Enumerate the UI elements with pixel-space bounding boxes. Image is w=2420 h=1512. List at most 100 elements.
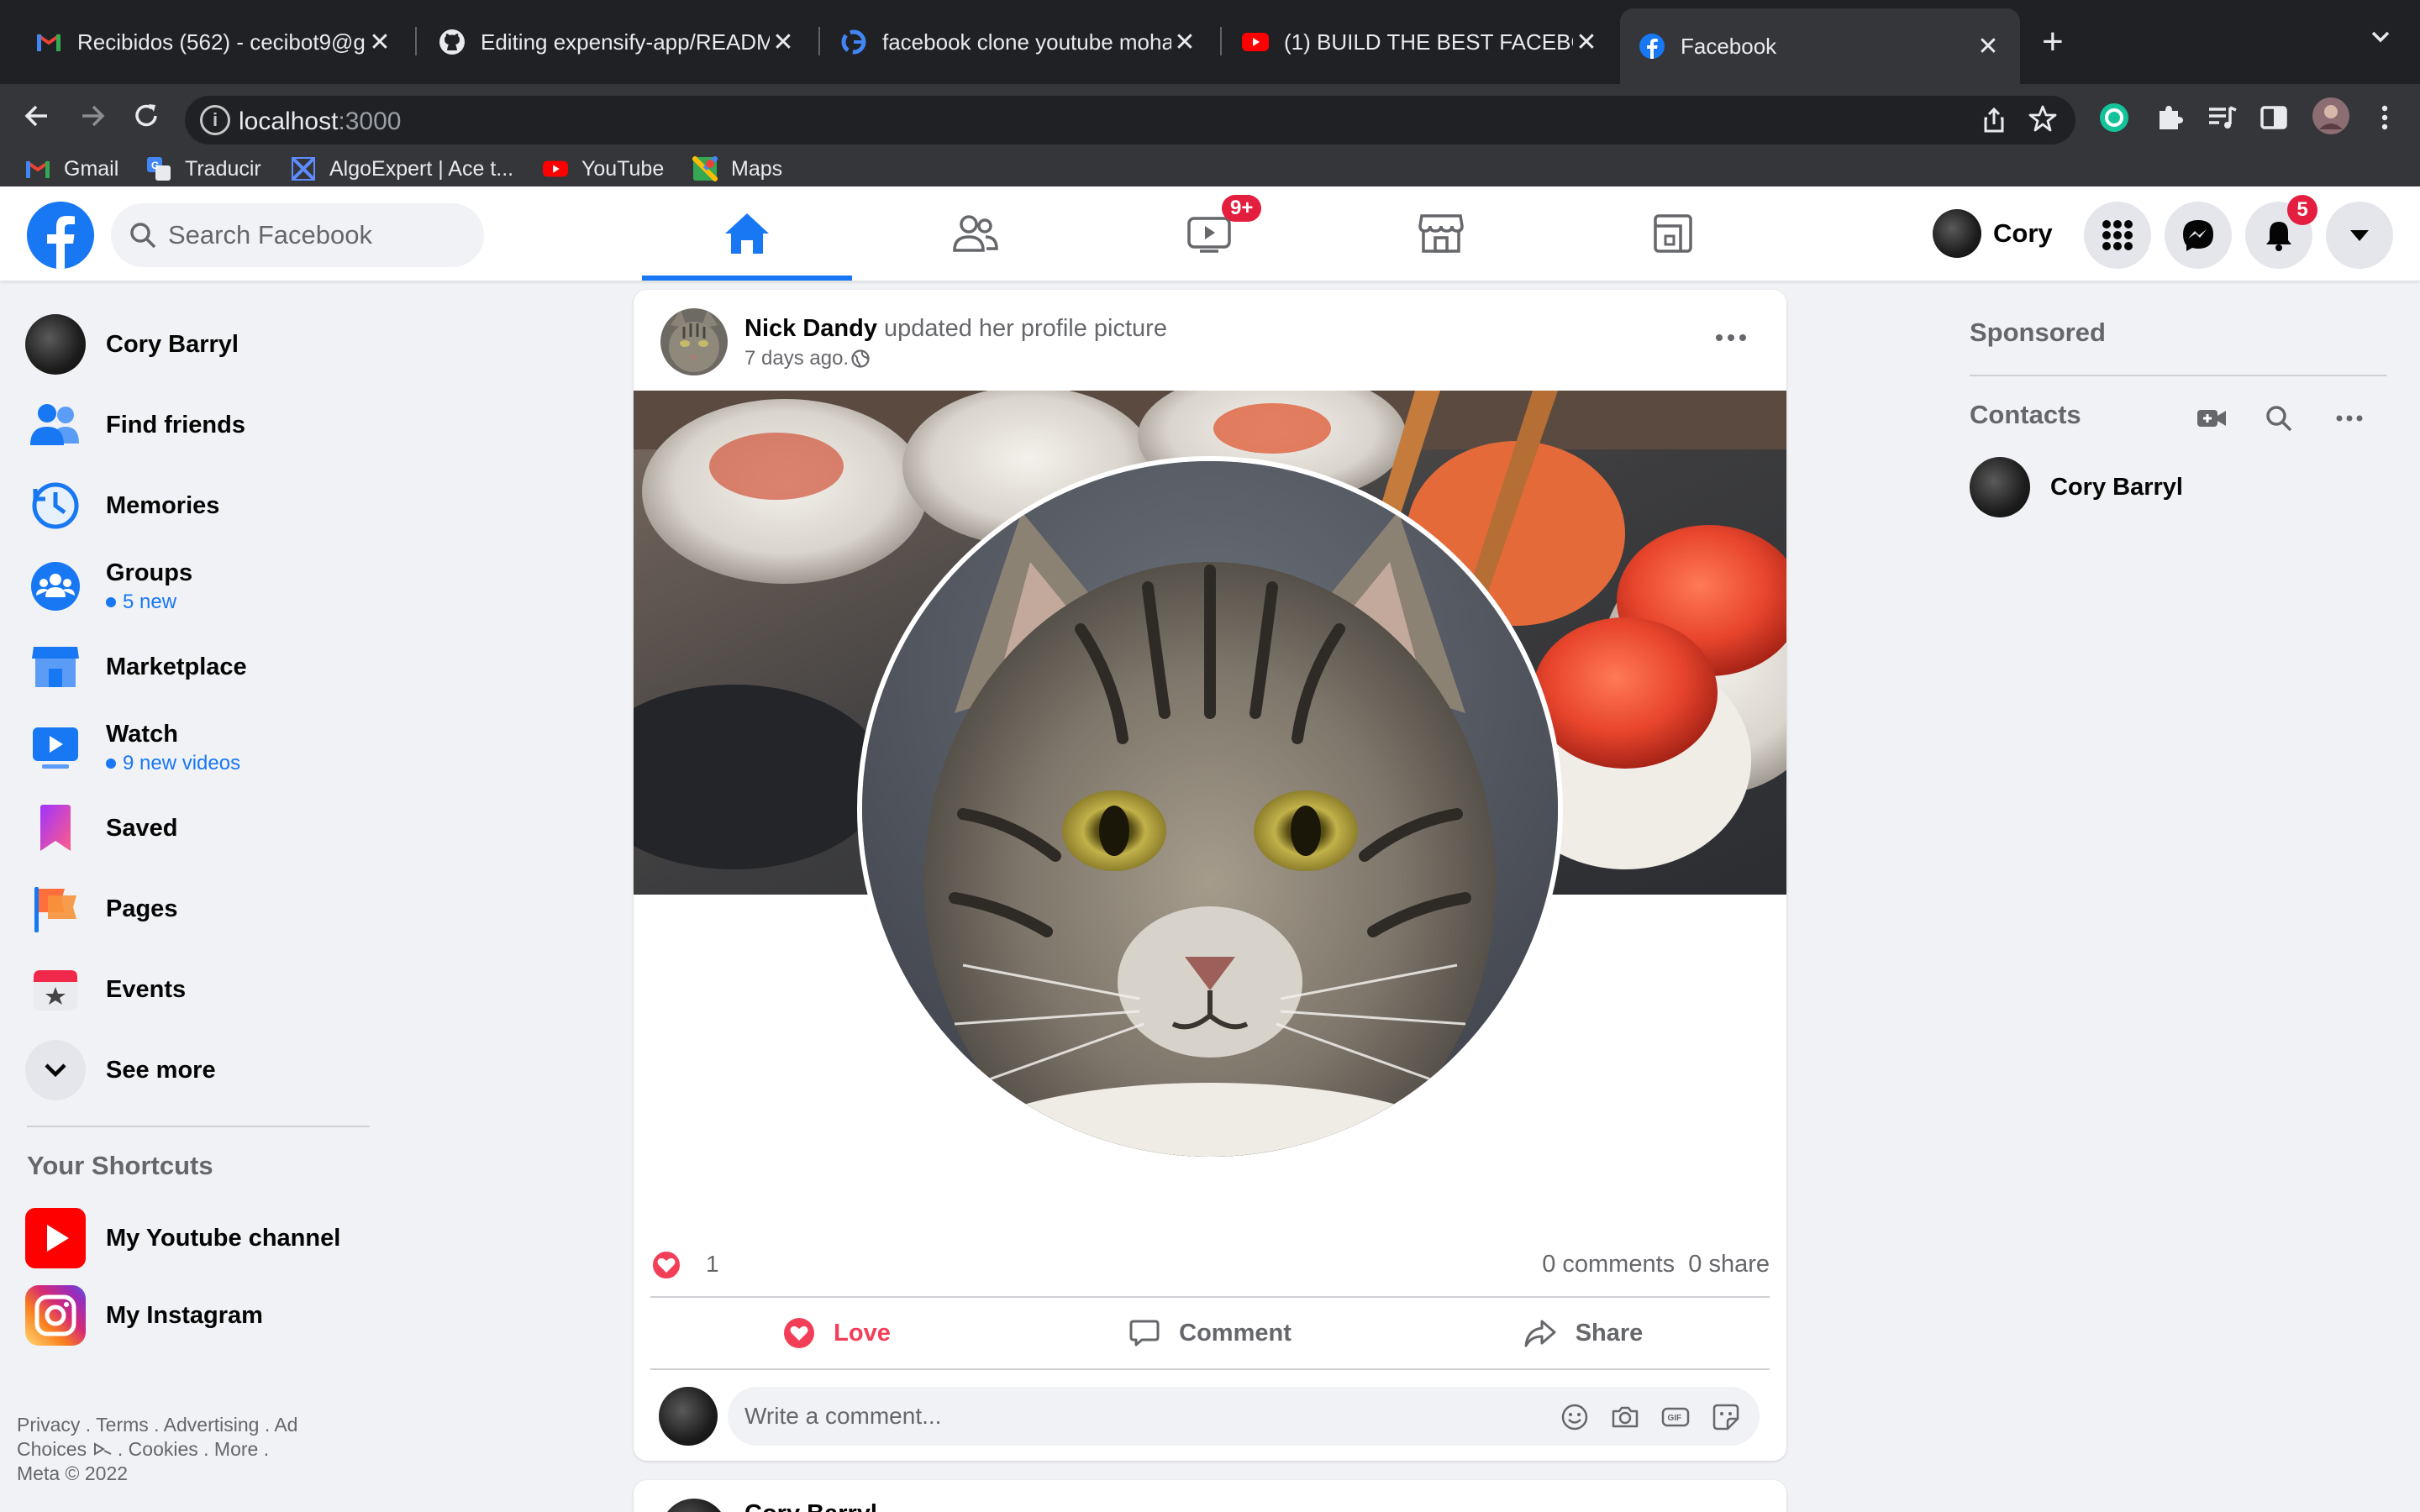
sidebar-item-see-more[interactable]: See more: [25, 1037, 378, 1104]
profile-picture-cat[interactable]: [857, 456, 1563, 1162]
watch-video-icon: [25, 717, 86, 778]
sidebar-item-watch[interactable]: Watch 9 new videos: [25, 714, 378, 781]
browser-tab-youtube[interactable]: (1) BUILD THE BEST FACEBOOK ✕: [1223, 12, 1618, 72]
comment-composer[interactable]: GIF: [728, 1387, 1760, 1446]
tab-title: facebook clone youtube mohammed: [882, 29, 1171, 55]
bookmark-youtube[interactable]: YouTube: [543, 156, 664, 181]
share-button[interactable]: Share: [1397, 1298, 1770, 1368]
notifications-button[interactable]: 5: [2245, 195, 2317, 269]
close-tab-icon[interactable]: ✕: [1975, 32, 2002, 61]
bookmark-maps[interactable]: Maps: [692, 156, 782, 181]
close-tab-icon[interactable]: ✕: [366, 28, 393, 57]
facebook-logo[interactable]: [27, 202, 94, 269]
nav-tab-watch[interactable]: 9+: [1104, 186, 1314, 281]
shortcut-instagram[interactable]: My Instagram: [25, 1282, 378, 1349]
avatar[interactable]: [660, 1499, 728, 1512]
sidebar-item-profile[interactable]: Cory Barryl: [25, 311, 378, 378]
forward-button[interactable]: [72, 99, 113, 139]
bookmark-algoexpert[interactable]: AlgoExpert | Ace t...: [291, 156, 513, 181]
avatar: [25, 314, 86, 375]
bookmark-star-icon[interactable]: [2028, 104, 2057, 140]
account-menu-button[interactable]: [2326, 202, 2393, 269]
post-author-name[interactable]: Nick Dandy: [744, 315, 877, 342]
contacts-options-icon[interactable]: [2333, 402, 2366, 435]
sidebar-item-label: Events: [106, 975, 187, 1003]
profile-name: Cory: [1993, 218, 2053, 248]
chrome-menu-icon[interactable]: [2368, 101, 2402, 134]
sticker-icon[interactable]: [1711, 1402, 1741, 1432]
see-more-button: [25, 1040, 86, 1100]
love-reaction-icon[interactable]: [650, 1249, 682, 1285]
sidebar-divider: [27, 1126, 370, 1127]
header-profile[interactable]: Cory: [1933, 207, 2053, 260]
extensions-puzzle-icon[interactable]: [2153, 101, 2186, 134]
pages-flag-icon: [25, 879, 86, 939]
messenger-button[interactable]: [2165, 202, 2232, 269]
close-tab-icon[interactable]: ✕: [1171, 28, 1198, 57]
comment-button[interactable]: Comment: [1023, 1298, 1397, 1368]
post-author-name[interactable]: Cory Barryl: [744, 1500, 877, 1512]
browser-tab-github[interactable]: Editing expensify-app/README.md ✕: [420, 12, 815, 72]
reload-button[interactable]: [126, 99, 166, 139]
footer-links[interactable]: Privacy . Terms . Advertising . Ad: [17, 1413, 370, 1437]
messenger-icon: [2183, 220, 2213, 251]
sidebar-item-pages[interactable]: Pages: [25, 875, 378, 942]
browser-tab-google[interactable]: facebook clone youtube mohammed ✕: [822, 12, 1217, 72]
side-panel-icon[interactable]: [2257, 101, 2291, 134]
sidebar-item-memories[interactable]: Memories: [25, 472, 378, 539]
shortcut-youtube-channel[interactable]: My Youtube channel: [25, 1205, 378, 1272]
emoji-icon[interactable]: [1560, 1402, 1590, 1432]
search-input[interactable]: [168, 218, 471, 252]
svg-text:GIF: GIF: [1668, 1414, 1682, 1423]
sidebar-item-saved[interactable]: Saved: [25, 795, 378, 862]
algoexpert-icon: [291, 156, 316, 181]
facebook-search[interactable]: [111, 203, 484, 267]
avatar[interactable]: [659, 1387, 718, 1446]
svg-text:G: G: [151, 160, 159, 171]
footer-links[interactable]: Choices . Cookies . More .: [17, 1437, 370, 1462]
browser-tab-facebook[interactable]: Facebook ✕: [1620, 8, 2020, 84]
address-bar[interactable]: i localhost:3000: [185, 96, 2075, 144]
sidebar-item-label: Marketplace: [106, 653, 247, 680]
github-icon: [439, 29, 466, 55]
gmail-icon: [25, 156, 50, 181]
love-button[interactable]: Love: [650, 1298, 1023, 1368]
grammarly-extension-icon[interactable]: [2097, 101, 2131, 134]
youtube-icon: [543, 156, 568, 181]
back-button[interactable]: [17, 99, 57, 139]
camera-icon[interactable]: [1610, 1402, 1640, 1432]
sidebar-item-label: Watch: [106, 720, 178, 748]
bookmark-gmail[interactable]: Gmail: [25, 156, 118, 181]
nav-tab-home[interactable]: [642, 186, 852, 281]
reactions-count[interactable]: 1: [706, 1251, 719, 1278]
comments-shares-count[interactable]: 0 comments 0 share: [1542, 1251, 1770, 1278]
sidebar-item-events[interactable]: Events: [25, 956, 378, 1023]
tab-separator: [818, 27, 820, 55]
new-tab-button[interactable]: +: [2042, 22, 2064, 62]
menu-button[interactable]: [2084, 202, 2151, 269]
sidebar-item-groups[interactable]: Groups 5 new: [25, 553, 378, 620]
close-tab-icon[interactable]: ✕: [1573, 28, 1600, 57]
tab-search-chevron-icon[interactable]: [2370, 25, 2391, 53]
share-page-icon[interactable]: [1980, 106, 2008, 134]
sidebar-item-marketplace[interactable]: Marketplace: [25, 633, 378, 701]
translate-icon: G: [146, 156, 171, 181]
nav-tab-friends[interactable]: [871, 186, 1081, 281]
nav-tab-gaming[interactable]: [1568, 186, 1778, 281]
bookmark-traducir[interactable]: G Traducir: [146, 156, 261, 181]
media-queue-icon[interactable]: [2205, 101, 2238, 134]
post-author-avatar[interactable]: [660, 308, 728, 375]
chrome-profile-avatar[interactable]: [2311, 96, 2353, 138]
bell-icon: [2266, 222, 2291, 251]
comment-input[interactable]: [744, 1400, 1501, 1432]
site-info-icon[interactable]: i: [200, 105, 230, 135]
post-options-icon[interactable]: [1714, 313, 1748, 351]
new-room-video-icon[interactable]: [2195, 402, 2228, 435]
browser-tab-gmail[interactable]: Recibidos (562) - cecibot9@gmail.com ✕: [17, 12, 412, 72]
nav-tab-marketplace[interactable]: [1336, 186, 1546, 281]
contact-item[interactable]: Cory Barryl: [1970, 457, 2183, 517]
close-tab-icon[interactable]: ✕: [770, 28, 797, 57]
search-contacts-icon[interactable]: [2262, 402, 2296, 435]
sidebar-item-find-friends[interactable]: Find friends: [25, 391, 378, 459]
gif-icon[interactable]: GIF: [1660, 1402, 1691, 1432]
